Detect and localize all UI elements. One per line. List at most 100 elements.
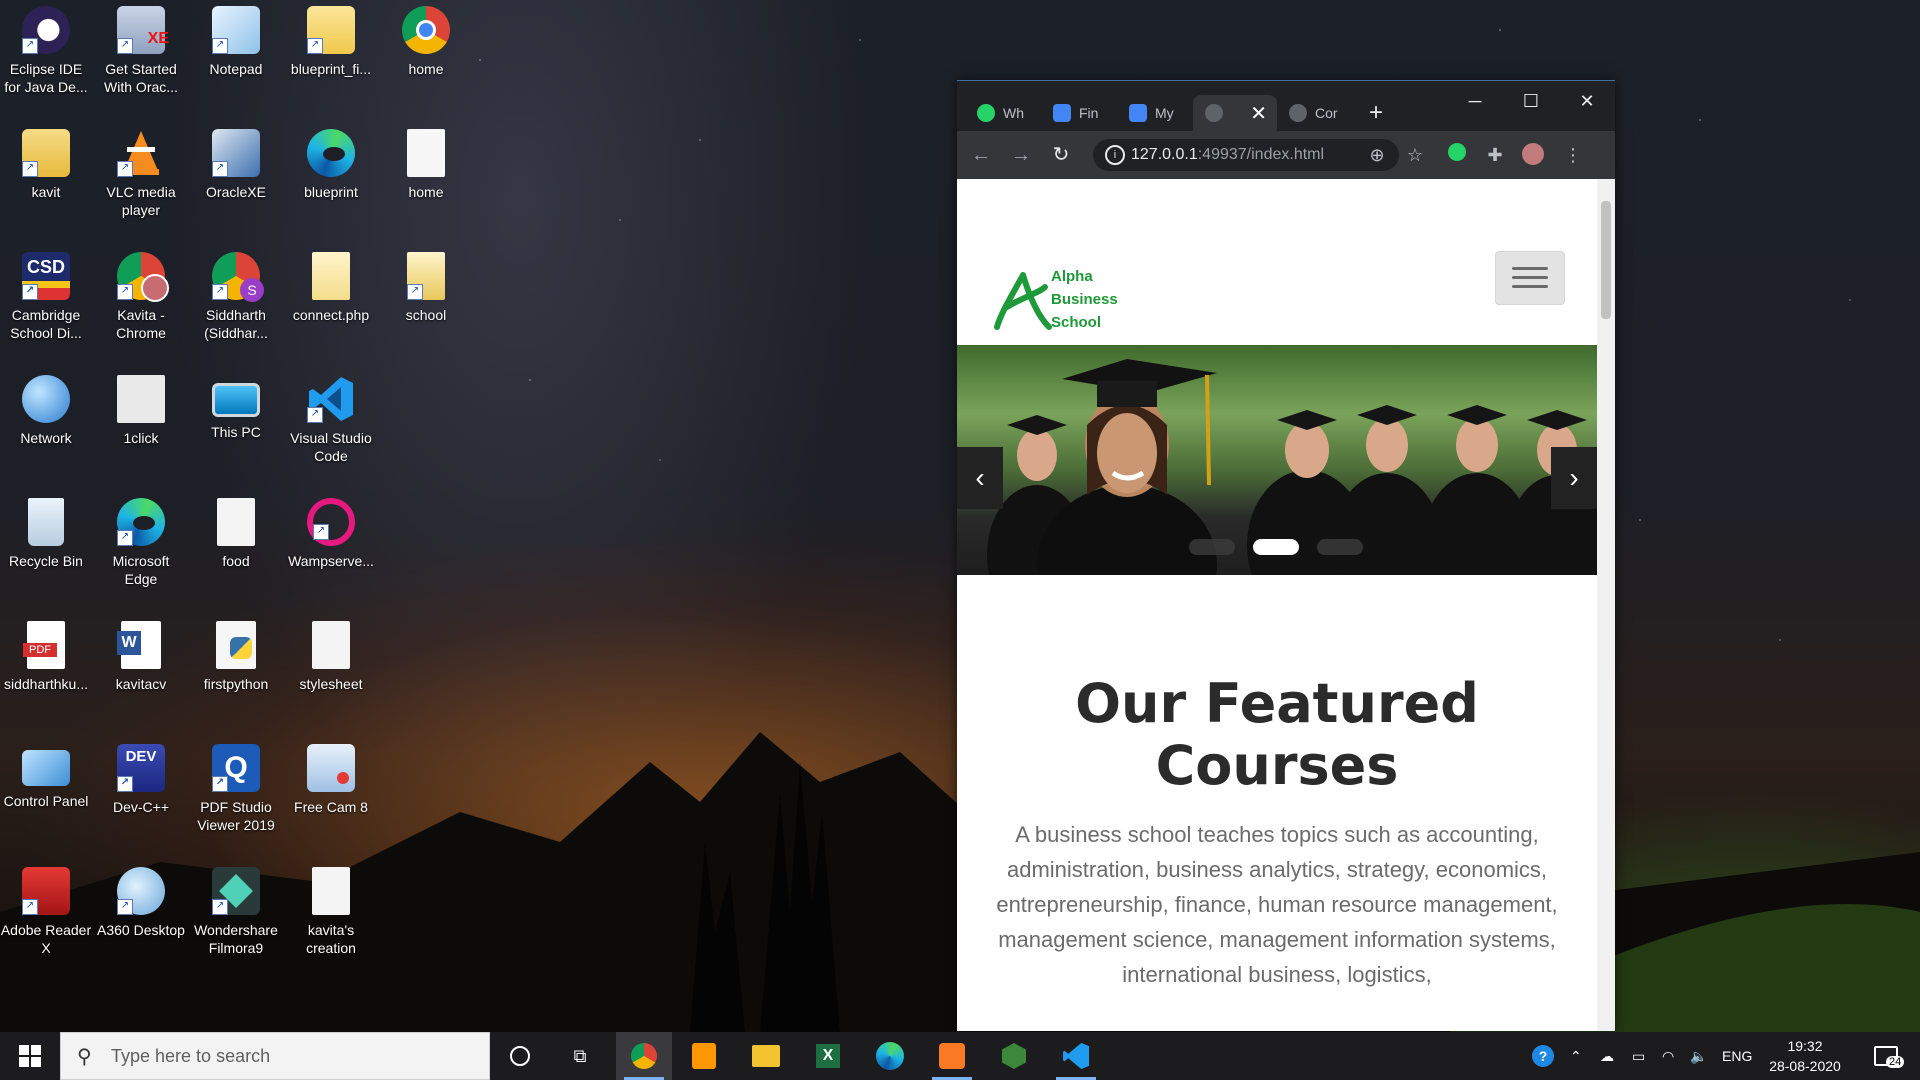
desktop-icon-microsoft-edge[interactable]: ↗ Microsoft Edge [95,498,187,588]
desktop-icon-connect-php[interactable]: connect.php [285,252,377,324]
desktop-icon-oraclexe[interactable]: ↗ OracleXE [190,129,282,201]
help-icon[interactable]: ? [1532,1032,1554,1080]
icon-label: Control Panel [3,793,89,809]
icon-label: PDF Studio Viewer 2019 [197,799,275,833]
profile-avatar[interactable] [1521,143,1545,167]
desktop-icon-filmora[interactable]: ↗ Wondershare Filmora9 [190,867,282,957]
extension-whatsapp-icon[interactable] [1445,143,1469,167]
taskbar-vscode[interactable] [1048,1032,1104,1080]
desktop-icon-1click[interactable]: 1click [95,375,187,447]
taskbar-node[interactable] [986,1032,1042,1080]
desktop-icon-a360[interactable]: ↗ A360 Desktop [95,867,187,939]
cortana-button[interactable] [492,1032,548,1080]
desktop-icon-blueprint-folder[interactable]: ↗ blueprint_fi... [285,6,377,78]
tab-docs-my[interactable]: My [1117,95,1193,131]
icon-label: Notepad [209,61,263,77]
desktop-icon-free-cam[interactable]: Free Cam 8 [285,744,377,816]
maximize-icon[interactable]: ☐ [1503,81,1559,121]
icon-label: kavita's creation [306,922,356,956]
close-window-icon[interactable]: ✕ [1559,81,1615,121]
task-view-button[interactable]: ⧉ [552,1032,608,1080]
desktop-icon-notepad[interactable]: ↗ Notepad [190,6,282,78]
chevron-up-icon[interactable]: ⌃ [1570,1032,1582,1080]
taskbar-chrome[interactable] [616,1032,672,1080]
icon-label: VLC media player [106,184,176,218]
whatsapp-icon [977,104,995,122]
taskbar-edge[interactable] [862,1032,918,1080]
page-scrollbar[interactable] [1597,179,1615,1031]
desktop-icon-kavit[interactable]: ↗ kavit [0,129,92,201]
carousel-indicator-active[interactable] [1253,539,1299,555]
desktop-icon-home-file[interactable]: home [380,129,472,201]
reload-icon[interactable]: ↻ [1049,143,1073,167]
desktop-icon-siddharth-pdf[interactable]: PDF siddharthku... [0,621,92,693]
volume-icon[interactable]: 🔈 [1690,1032,1707,1080]
file-icon [407,129,445,177]
close-tab-icon[interactable]: ✕ [1250,101,1267,126]
docs-icon [1129,104,1147,122]
taskbar-search-box[interactable]: ⚲ Type here to search [60,1032,490,1080]
document-icon: ↗ [407,252,445,300]
language-indicator[interactable]: ENG [1722,1032,1752,1080]
chevron-right-icon: › [1569,462,1579,493]
taskbar-excel[interactable]: X [800,1032,856,1080]
info-icon[interactable]: i [1105,145,1125,165]
back-icon[interactable]: ← [969,143,993,167]
carousel-indicator[interactable] [1317,539,1363,555]
carousel-prev-button[interactable]: ‹ [957,447,1003,509]
scrollbar-thumb[interactable] [1601,201,1611,319]
tab-strip: Wh Fin My ✕ Cor + ─ ☐ ✕ [957,81,1615,131]
bookmark-star-icon[interactable]: ☆ [1403,143,1427,167]
address-bar[interactable]: i 127.0.0.1:49937/index.html [1093,139,1399,171]
desktop-icon-school[interactable]: ↗ school [380,252,472,324]
desktop-icon-food[interactable]: food [190,498,282,570]
desktop-icon-cambridge[interactable]: CSD ↗ Cambridge School Di... [0,252,92,342]
desktop-icon-kavitas-creation[interactable]: kavita's creation [285,867,377,957]
carousel-next-button[interactable]: › [1551,447,1597,509]
desktop-icon-recycle-bin[interactable]: Recycle Bin [0,498,92,570]
taskbar: ⚲ Type here to search ⧉ X ? ⌃ ☁ ▭ ◠ 🔈 EN… [0,1032,1920,1080]
extensions-puzzle-icon[interactable]: ✚ [1483,143,1507,167]
clock[interactable]: 19:32 28-08-2020 [1762,1032,1848,1080]
desktop-icon-devcpp[interactable]: DEV ↗ Dev-C++ [95,744,187,816]
tab-cor[interactable]: Cor [1277,95,1353,131]
wifi-icon[interactable]: ◠ [1662,1032,1674,1080]
new-tab-button[interactable]: + [1357,95,1397,131]
desktop-icon-vscode[interactable]: ↗ Visual Studio Code [285,375,377,465]
tab-docs-fin[interactable]: Fin [1041,95,1117,131]
taskbar-sublime[interactable] [676,1032,732,1080]
desktop-icon-siddharth-chrome[interactable]: S ↗ Siddharth (Siddhar... [190,252,282,342]
battery-icon[interactable]: ▭ [1632,1032,1645,1080]
desktop-icon-pdf-studio[interactable]: Q ↗ PDF Studio Viewer 2019 [190,744,282,834]
desktop-icon-kavita-chrome[interactable]: ↗ Kavita - Chrome [95,252,187,342]
desktop-icon-network[interactable]: Network [0,375,92,447]
desktop-icon-stylesheet[interactable]: stylesheet [285,621,377,693]
desktop-icon-oracle-get-started[interactable]: XE ↗ Get Started With Orac... [95,6,187,96]
desktop-icon-vlc[interactable]: ↗ VLC media player [95,129,187,219]
forward-icon[interactable]: → [1009,143,1033,167]
desktop-icon-firstpython[interactable]: firstpython [190,621,282,693]
desktop-icon-this-pc[interactable]: This PC [190,375,282,441]
minimize-icon[interactable]: ─ [1447,81,1503,121]
taskbar-file-explorer[interactable] [738,1032,794,1080]
icon-label: Dev-C++ [112,799,170,815]
desktop-icon-wampserver[interactable]: ↗ Wampserve... [285,498,377,570]
menu-kebab-icon[interactable]: ⋮ [1561,143,1585,167]
oracle-xe-icon: XE ↗ [117,6,169,54]
desktop-icon-control-panel[interactable]: Control Panel [0,744,92,810]
desktop-icon-eclipse[interactable]: ↗ Eclipse IDE for Java De... [0,6,92,96]
taskbar-xampp[interactable] [924,1032,980,1080]
desktop-icon-adobe-reader[interactable]: ↗ Adobe Reader X [0,867,92,957]
site-logo[interactable]: Alpha Business School [973,257,1143,369]
desktop-icon-kavitacv[interactable]: W kavitacv [95,621,187,693]
notification-center-button[interactable]: 24 [1866,1032,1906,1080]
tab-active[interactable]: ✕ [1193,95,1277,131]
hamburger-menu-button[interactable] [1495,251,1565,305]
desktop-icon-blueprint-edge[interactable]: blueprint [285,129,377,201]
carousel-indicator[interactable] [1189,539,1235,555]
zoom-icon[interactable]: ⊕ [1365,143,1389,167]
onedrive-icon[interactable]: ☁ [1600,1032,1614,1080]
tab-whatsapp[interactable]: Wh [965,95,1041,131]
desktop-icon-home-chrome[interactable]: home [380,6,472,78]
start-button[interactable] [0,1032,60,1080]
